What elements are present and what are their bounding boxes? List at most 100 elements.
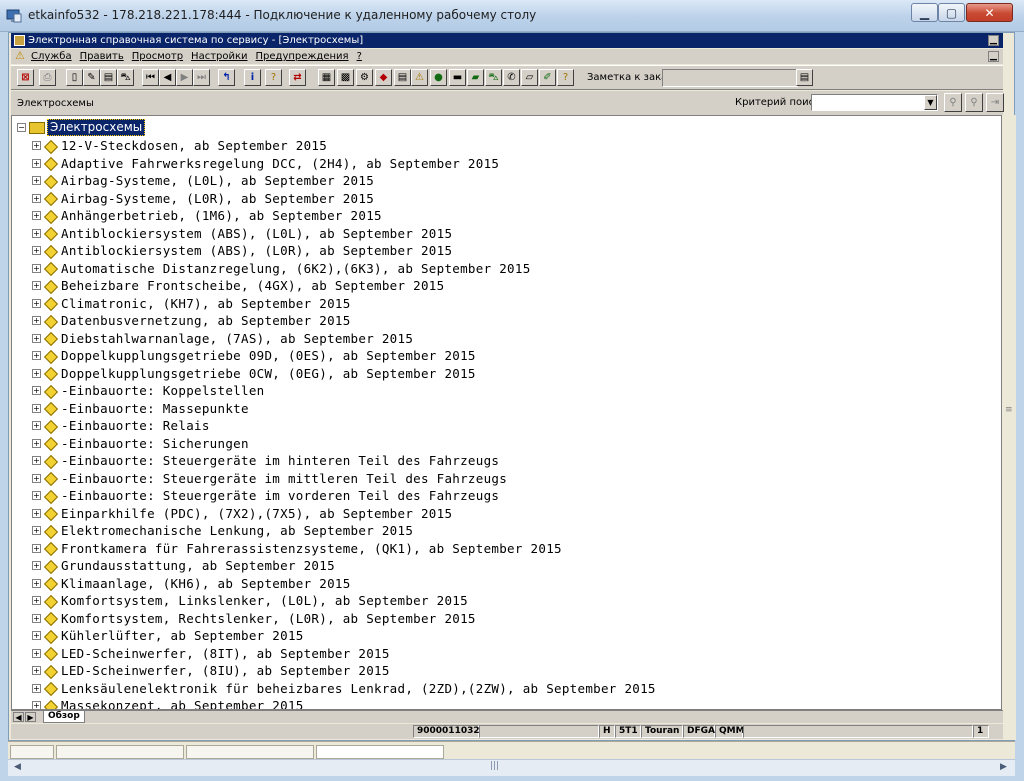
expand-icon[interactable]: + [32, 403, 41, 413]
expand-icon[interactable]: + [32, 631, 41, 640]
tree-item[interactable]: + Kühlerlüfter, ab September 2015 [32, 627, 304, 644]
horizontal-scrollbar[interactable]: ◀ ||| ▶ [8, 759, 1015, 776]
tree-item[interactable]: + Grundausstattung, ab September 2015 [32, 557, 335, 574]
expand-icon[interactable]: + [32, 351, 41, 360]
tab-overview[interactable]: Обзор [43, 711, 85, 723]
expand-icon[interactable]: + [32, 526, 41, 535]
tree-item[interactable]: + Antiblockiersystem (ABS), (L0L), ab Sep… [32, 225, 452, 242]
tree-item[interactable]: + Frontkamera für Fahrerassistenzsysteme,… [32, 540, 562, 557]
maximize-button[interactable]: ▢ [938, 3, 965, 22]
expand-icon[interactable]: + [32, 648, 41, 658]
chevron-down-icon[interactable]: ▼ [924, 95, 937, 110]
menu-settings[interactable]: Настройки [191, 49, 247, 64]
info-icon[interactable]: i [244, 69, 261, 86]
menu-edit[interactable]: Править [80, 49, 124, 64]
expand-icon[interactable]: + [32, 316, 41, 325]
module-10-icon[interactable]: ▱ [521, 69, 538, 86]
last-page-icon[interactable]: ⏭ [193, 69, 210, 86]
collapse-icon[interactable]: − [17, 123, 26, 132]
expand-icon[interactable]: + [32, 421, 41, 430]
module-6-icon[interactable]: ▬ [449, 69, 466, 86]
help-icon[interactable]: ? [265, 69, 282, 86]
tree-item[interactable]: + -Einbauorte: Steuergeräte im mittleren … [32, 470, 507, 487]
expand-icon[interactable]: + [32, 333, 41, 343]
edit-document-icon[interactable]: ✎ [83, 69, 100, 86]
up-level-icon[interactable]: ↰ [218, 69, 235, 86]
warning-tool-icon[interactable]: ⚠ [411, 69, 428, 86]
menu-help[interactable]: ? [357, 49, 362, 64]
tree-item[interactable]: + Airbag-Systeme, (L0R), ab September 201… [32, 190, 374, 207]
module-5-icon[interactable]: ▤ [394, 69, 411, 86]
expand-icon[interactable]: + [32, 473, 41, 483]
search-icon[interactable]: ⚲ [944, 93, 962, 112]
module-12-icon[interactable]: ? [557, 69, 574, 86]
tree-root-label[interactable]: Электросхемы [47, 119, 146, 136]
tree-item[interactable]: + Antiblockiersystem (ABS), (L0R), ab Sep… [32, 242, 452, 259]
tree-item[interactable]: + Automatische Distanzregelung, (6K2),(6K… [32, 260, 531, 277]
previous-icon[interactable]: ◀ [159, 69, 176, 86]
tab-prev-icon[interactable]: ◀ [13, 712, 24, 722]
menu-warnings[interactable]: Предупреждения [256, 49, 349, 64]
tree-view[interactable]: − Электросхемы +12-V-Steckdosen, ab Sept… [11, 115, 1002, 710]
scroll-left-icon[interactable]: ◀ [10, 761, 25, 775]
swap-icon[interactable]: ⇄ [289, 69, 306, 86]
menu-view[interactable]: Просмотр [132, 49, 183, 64]
tree-item[interactable]: + LED-Scheinwerfer, (8IU), ab September 2… [32, 662, 390, 679]
module-7-icon[interactable]: ▰ [467, 69, 484, 86]
expand-icon[interactable]: + [32, 246, 41, 255]
search-extra-icon[interactable]: ⇥ [986, 93, 1004, 112]
taskbar-slot[interactable] [10, 745, 54, 759]
tree-root[interactable]: − Электросхемы [17, 119, 146, 136]
next-icon[interactable]: ▶ [176, 69, 193, 86]
taskbar-slot[interactable] [186, 745, 314, 759]
module-3-icon[interactable]: ⚙ [356, 69, 373, 86]
expand-icon[interactable]: + [32, 596, 41, 605]
tree-item[interactable]: + -Einbauorte: Koppelstellen [32, 382, 264, 399]
expand-icon[interactable]: + [32, 613, 41, 623]
expand-icon[interactable]: + [32, 211, 41, 220]
new-document-icon[interactable]: ▯ [66, 69, 83, 86]
search-criteria-select[interactable]: ▼ [811, 94, 938, 111]
expand-icon[interactable]: + [32, 368, 41, 378]
module-8-icon[interactable]: ⛍ [485, 69, 502, 86]
tree-item[interactable]: + Komfortsystem, Linkslenker, (L0L), ab S… [32, 592, 468, 609]
tree-item[interactable]: + Anhängerbetrieb, (1M6), ab September 20… [32, 207, 382, 224]
tree-item[interactable]: + Beheizbare Frontscheibe, (4GX), ab Sept… [32, 277, 444, 294]
tree-item[interactable]: + Elektromechanische Lenkung, ab Septembe… [32, 522, 413, 539]
tree-item[interactable]: + Massekonzept, ab September 2015 [32, 697, 304, 709]
expand-icon[interactable]: + [32, 158, 41, 168]
expand-icon[interactable]: + [32, 228, 41, 238]
order-note-icon[interactable]: ▤ [796, 69, 813, 86]
order-note-field[interactable] [662, 69, 798, 87]
module-4-icon[interactable]: ◆ [375, 69, 392, 86]
globe-icon[interactable]: ● [430, 69, 447, 86]
module-2-icon[interactable]: ▩ [337, 69, 354, 86]
tree-item[interactable]: + Lenksäulenelektronik für beheizbares Le… [32, 680, 656, 697]
tree-item[interactable]: +12-V-Steckdosen, ab September 2015 [32, 137, 327, 154]
mdi-minimize-button[interactable]: ▁ [988, 35, 999, 46]
expand-icon[interactable]: + [32, 508, 41, 518]
expand-icon[interactable]: + [32, 438, 41, 448]
tree-item[interactable]: + Climatronic, (KH7), ab September 2015 [32, 295, 351, 312]
tree-item[interactable]: + Doppelkupplungsgetriebe 09D, (0ES), ab … [32, 347, 476, 364]
tree-item[interactable]: + -Einbauorte: Steuergeräte im vorderen T… [32, 487, 499, 504]
module-1-icon[interactable]: ▦ [318, 69, 335, 86]
tree-item[interactable]: + Doppelkupplungsgetriebe 0CW, (0EG), ab … [32, 365, 476, 382]
minimize-button[interactable]: ▁ [911, 3, 938, 22]
taskbar-slot[interactable] [316, 745, 444, 759]
expand-icon[interactable]: + [32, 456, 41, 465]
tree-item[interactable]: + Klimaanlage, (KH6), ab September 2015 [32, 575, 351, 592]
expand-icon[interactable]: + [32, 543, 41, 553]
expand-icon[interactable]: + [32, 683, 41, 693]
print-icon[interactable]: ⎙ [39, 69, 56, 86]
expand-icon[interactable]: + [32, 491, 41, 500]
tree-item[interactable]: + Komfortsystem, Rechtslenker, (L0R), ab … [32, 610, 476, 627]
expand-icon[interactable]: + [32, 193, 41, 203]
tree-item[interactable]: + Datenbusvernetzung, ab September 2015 [32, 312, 351, 329]
car-icon[interactable]: ⛍ [117, 69, 134, 86]
close-button[interactable]: ✕ [966, 3, 1013, 22]
expand-icon[interactable]: + [32, 141, 41, 150]
scroll-right-icon[interactable]: ▶ [996, 761, 1011, 775]
mdi-close-button[interactable]: ▁ [988, 51, 999, 62]
tree-item[interactable]: + -Einbauorte: Relais [32, 417, 210, 434]
